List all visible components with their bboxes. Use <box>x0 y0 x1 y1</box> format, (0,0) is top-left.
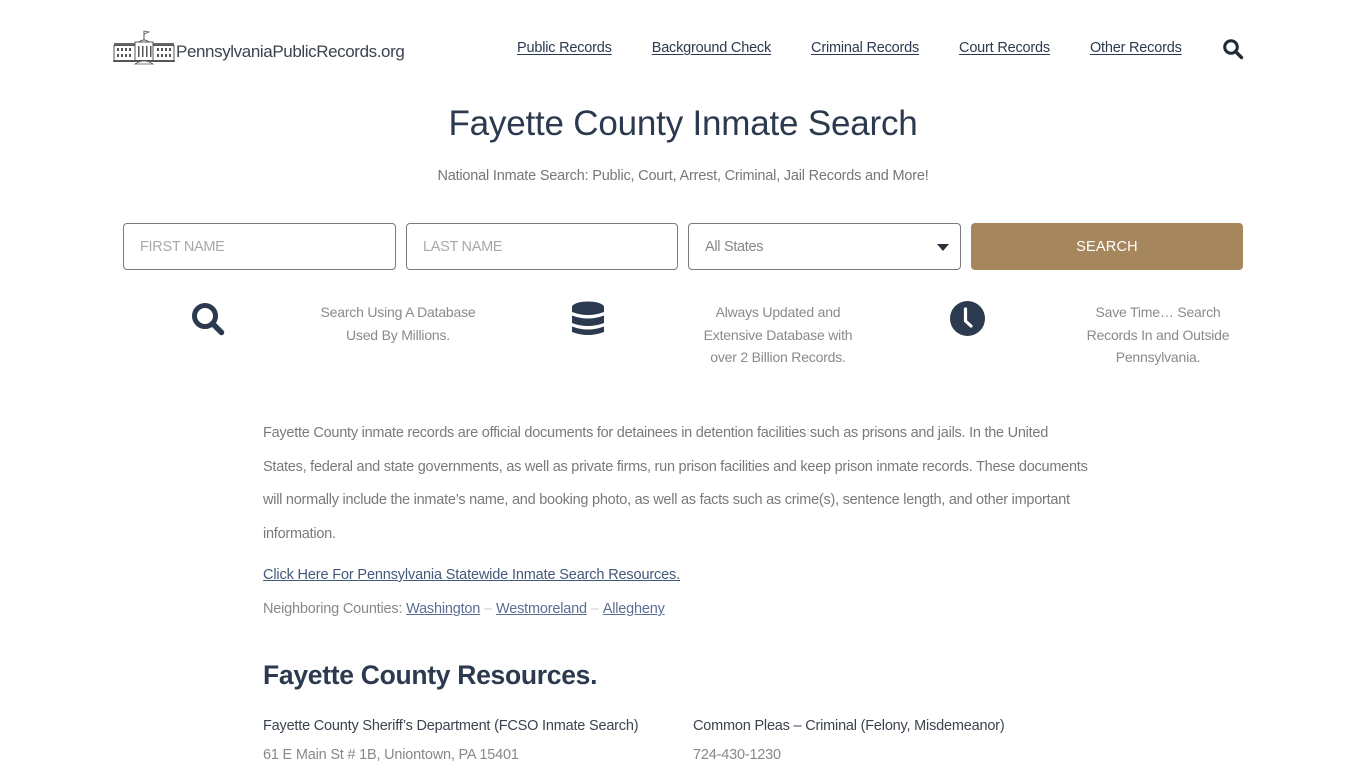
resource-name: Fayette County Sheriff’s Department (FCS… <box>263 718 639 734</box>
separator: – <box>590 601 599 617</box>
resource-name: Common Pleas – Criminal (Felony, Misdeme… <box>693 718 1005 734</box>
nav-court-records[interactable]: Court Records <box>959 40 1050 56</box>
feature-text-updated: Always Updated and Extensive Database wi… <box>678 301 878 369</box>
feature-line: over 2 Billion Records. <box>710 349 846 365</box>
nav-other-records[interactable]: Other Records <box>1090 40 1182 56</box>
resource-item: Fayette County Sheriff’s Department (FCS… <box>263 718 639 763</box>
feature-line: Search Using A Database <box>320 304 476 320</box>
resources-heading: Fayette County Resources. <box>263 660 598 690</box>
main-nav: Public Records Background Check Criminal… <box>517 40 1222 56</box>
feature-text-database: Search Using A Database Used By Millions… <box>298 301 498 346</box>
neighbor-link-westmoreland[interactable]: Westmoreland <box>496 601 587 617</box>
site-header: PennsylvaniaPublicRecords.org Public Rec… <box>0 0 1366 100</box>
database-icon <box>572 301 604 335</box>
feature-line: Extensive Database with <box>703 326 853 343</box>
nav-criminal-records[interactable]: Criminal Records <box>811 40 919 56</box>
first-name-input[interactable] <box>123 223 396 270</box>
neighbor-link-washington[interactable]: Washington <box>406 601 480 617</box>
feature-line: Save Time… Search <box>1095 304 1221 320</box>
resource-phone: 724-430-1230 <box>693 747 781 763</box>
search-icon <box>192 303 225 336</box>
feature-line: Pennsylvania. <box>1115 349 1201 365</box>
feature-line: Always Updated and <box>715 304 841 320</box>
clock-icon <box>950 301 985 336</box>
feature-text-save-time: Save Time… Search Records In and Outside… <box>1058 301 1258 369</box>
page-title: Fayette County Inmate Search <box>448 104 918 143</box>
page-subtitle: National Inmate Search: Public, Court, A… <box>437 168 929 184</box>
neighboring-counties: Neighboring Counties: Washington – Westmor… <box>263 601 1093 617</box>
neighbor-link-allegheny[interactable]: Allegheny <box>603 601 665 617</box>
nav-public-records[interactable]: Public Records <box>517 40 612 56</box>
search-button[interactable]: SEARCH <box>971 223 1243 270</box>
inmate-search-form: All States SEARCH <box>123 223 1243 270</box>
capitol-building-icon <box>113 30 175 65</box>
logo-text: PennsylvaniaPublicRecords.org <box>176 42 405 61</box>
nav-background-check[interactable]: Background Check <box>652 40 772 56</box>
state-select-value: All States <box>705 238 764 255</box>
neighbors-label: Neighboring Counties: <box>263 601 403 617</box>
search-icon[interactable] <box>1222 38 1244 60</box>
state-select[interactable]: All States <box>688 223 961 270</box>
last-name-input[interactable] <box>406 223 678 270</box>
caret-down-icon <box>937 244 949 251</box>
separator: – <box>484 601 493 617</box>
statewide-resources-link[interactable]: Click Here For Pennsylvania Statewide In… <box>263 567 1093 583</box>
resource-item: Common Pleas – Criminal (Felony, Misdeme… <box>693 718 1005 763</box>
feature-line: Used By Millions. <box>346 326 450 343</box>
resource-address: 61 E Main St # 1B, Uniontown, PA 15401 <box>263 747 519 763</box>
intro-paragraph: Fayette County inmate records are offici… <box>263 425 1088 542</box>
site-logo[interactable]: PennsylvaniaPublicRecords.org <box>113 29 405 65</box>
feature-line: Records In and Outside <box>1086 326 1230 343</box>
